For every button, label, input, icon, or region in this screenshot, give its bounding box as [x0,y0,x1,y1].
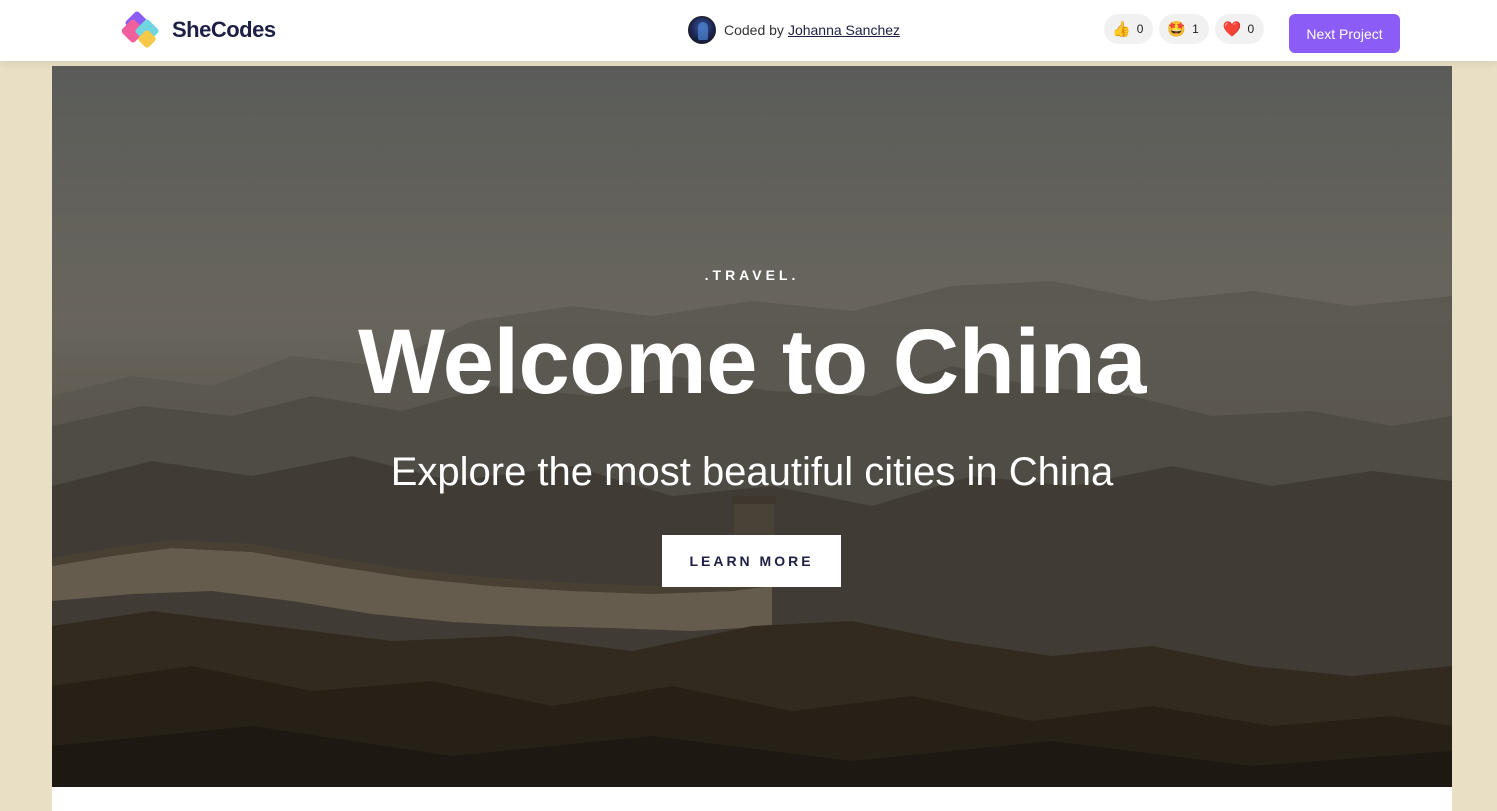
author-avatar [688,16,716,44]
reaction-count: 0 [1136,22,1144,36]
coded-by: Coded by Johanna Sanchez [688,15,900,45]
reaction-star-struck[interactable]: 🤩 1 [1159,14,1209,44]
hero-eyebrow: .TRAVEL. [704,267,800,283]
hero-content: .TRAVEL. Welcome to China Explore the mo… [52,66,1452,787]
content-section-start [52,787,1452,811]
shecodes-logo-icon [122,11,159,48]
reaction-count: 0 [1247,22,1255,36]
reaction-count: 1 [1192,22,1199,36]
reactions: 👍 0 🤩 1 ❤️ 0 [1104,14,1265,44]
hero-title: Welcome to China [358,311,1146,413]
reaction-heart[interactable]: ❤️ 0 [1214,14,1265,44]
hero-subtitle: Explore the most beautiful cities in Chi… [390,450,1114,494]
thumbs-up-icon: 👍 [1112,20,1131,38]
star-struck-icon: 🤩 [1167,20,1187,38]
author-link[interactable]: Johanna Sanchez [788,22,900,38]
shecodes-logo[interactable]: SheCodes [122,8,276,52]
hero-section: .TRAVEL. Welcome to China Explore the mo… [52,66,1452,787]
coded-by-label: Coded by [724,22,784,38]
logo-text: SheCodes [172,17,276,42]
learn-more-button[interactable]: LEARN MORE [662,535,841,587]
heart-icon: ❤️ [1222,20,1242,38]
next-project-button[interactable]: Next Project [1289,14,1400,53]
reaction-thumbs-up[interactable]: 👍 0 [1104,14,1154,44]
top-bar: SheCodes Coded by Johanna Sanchez 👍 0 🤩 … [0,0,1497,61]
